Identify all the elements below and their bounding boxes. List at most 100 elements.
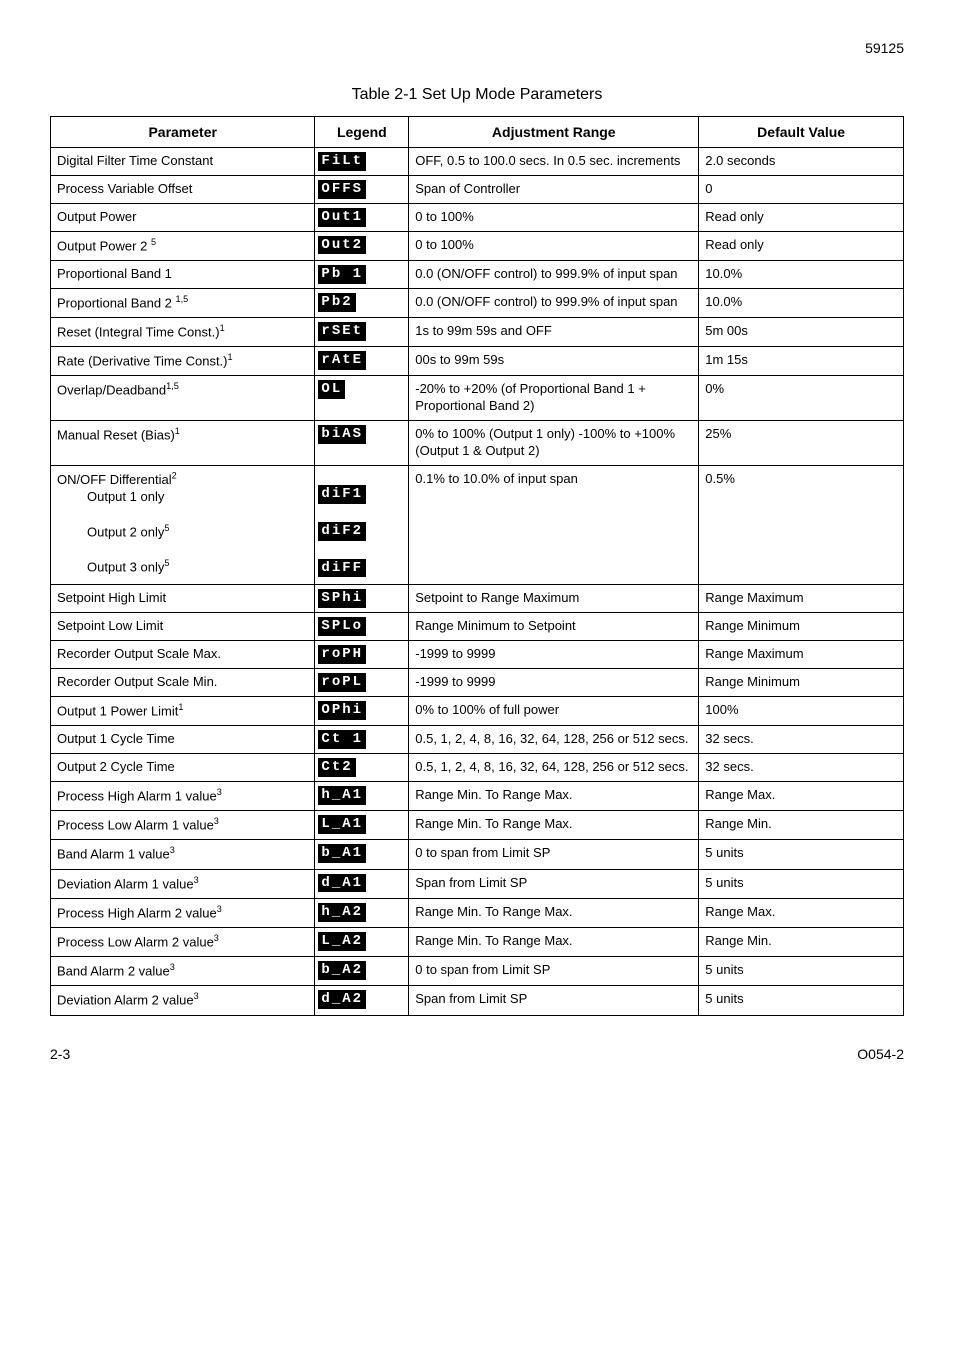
param-cell: Band Alarm 1 value3 bbox=[51, 840, 315, 869]
table-row: Process Low Alarm 2 value3L_A2Range Min.… bbox=[51, 928, 904, 957]
default-cell: 5 units bbox=[699, 840, 904, 869]
table-row: Output Power 2 5Out20 to 100%Read only bbox=[51, 231, 904, 260]
default-cell: 5 units bbox=[699, 957, 904, 986]
table-row: Process Variable OffsetOFFS Span of Cont… bbox=[51, 175, 904, 203]
range-cell: 0.0 (ON/OFF control) to 999.9% of input … bbox=[409, 288, 699, 317]
range-cell: Span from Limit SP bbox=[409, 986, 699, 1015]
range-cell: 0% to 100% of full power bbox=[409, 696, 699, 725]
param-cell: Output 2 Cycle Time bbox=[51, 754, 315, 782]
col-parameter: Parameter bbox=[51, 117, 315, 148]
default-cell: 10.0% bbox=[699, 260, 904, 288]
param-cell: ON/OFF Differential2Output 1 onlyOutput … bbox=[51, 466, 315, 585]
range-cell: 0% to 100% (Output 1 only) -100% to +100… bbox=[409, 421, 699, 466]
legend-cell: b_A2 bbox=[315, 957, 409, 986]
col-default: Default Value bbox=[699, 117, 904, 148]
legend-cell: SPLo bbox=[315, 613, 409, 641]
range-cell: 0.5, 1, 2, 4, 8, 16, 32, 64, 128, 256 or… bbox=[409, 754, 699, 782]
param-cell: Process Low Alarm 1 value3 bbox=[51, 811, 315, 840]
table-header-row: Parameter Legend Adjustment Range Defaul… bbox=[51, 117, 904, 148]
param-cell: Overlap/Deadband1,5 bbox=[51, 376, 315, 421]
default-cell: 5 units bbox=[699, 869, 904, 898]
range-cell: Span from Limit SP bbox=[409, 869, 699, 898]
legend-cell: OPhi bbox=[315, 696, 409, 725]
table-row: Band Alarm 2 value3b_A20 to span from Li… bbox=[51, 957, 904, 986]
table-row: Reset (Integral Time Const.)1rSEt1s to 9… bbox=[51, 318, 904, 347]
default-cell: 0% bbox=[699, 376, 904, 421]
default-cell: 10.0% bbox=[699, 288, 904, 317]
param-cell: Output Power bbox=[51, 203, 315, 231]
param-cell: Recorder Output Scale Min. bbox=[51, 669, 315, 697]
table-row: Recorder Output Scale Min.roPL-1999 to 9… bbox=[51, 669, 904, 697]
range-cell: -1999 to 9999 bbox=[409, 641, 699, 669]
param-cell: Band Alarm 2 value3 bbox=[51, 957, 315, 986]
legend-cell: SPhi bbox=[315, 585, 409, 613]
param-cell: Output 1 Power Limit1 bbox=[51, 696, 315, 725]
legend-cell: OFFS bbox=[315, 175, 409, 203]
param-cell: Process Low Alarm 2 value3 bbox=[51, 928, 315, 957]
table-row: Proportional Band 2 1,5Pb20.0 (ON/OFF co… bbox=[51, 288, 904, 317]
table-row: Setpoint High LimitSPhiSetpoint to Range… bbox=[51, 585, 904, 613]
param-cell: Output 1 Cycle Time bbox=[51, 726, 315, 754]
table-row: Process High Alarm 1 value3h_A1Range Min… bbox=[51, 781, 904, 810]
legend-cell: Out1 bbox=[315, 203, 409, 231]
table-row: ON/OFF Differential2Output 1 onlyOutput … bbox=[51, 466, 904, 585]
range-cell: -1999 to 9999 bbox=[409, 669, 699, 697]
legend-cell: rAtE bbox=[315, 347, 409, 376]
col-legend: Legend bbox=[315, 117, 409, 148]
range-cell: Span of Controller bbox=[409, 175, 699, 203]
param-cell: Output Power 2 5 bbox=[51, 231, 315, 260]
default-cell: Range Maximum bbox=[699, 641, 904, 669]
default-cell: 0.5% bbox=[699, 466, 904, 585]
col-range: Adjustment Range bbox=[409, 117, 699, 148]
table-row: Digital Filter Time ConstantFiLtOFF, 0.5… bbox=[51, 148, 904, 176]
param-cell: Deviation Alarm 2 value3 bbox=[51, 986, 315, 1015]
legend-cell: Out2 bbox=[315, 231, 409, 260]
default-cell: Read only bbox=[699, 231, 904, 260]
footer-right: O054-2 bbox=[857, 1046, 904, 1062]
table-row: Process High Alarm 2 value3h_A2Range Min… bbox=[51, 898, 904, 927]
table-row: Output 1 Power Limit1OPhi0% to 100% of f… bbox=[51, 696, 904, 725]
default-cell: 5 units bbox=[699, 986, 904, 1015]
range-cell: -20% to +20% (of Proportional Band 1 + P… bbox=[409, 376, 699, 421]
legend-cell: FiLt bbox=[315, 148, 409, 176]
legend-cell: h_A1 bbox=[315, 781, 409, 810]
param-cell: Deviation Alarm 1 value3 bbox=[51, 869, 315, 898]
param-cell: Setpoint Low Limit bbox=[51, 613, 315, 641]
range-cell: Range Min. To Range Max. bbox=[409, 781, 699, 810]
param-cell: Proportional Band 2 1,5 bbox=[51, 288, 315, 317]
table-row: Recorder Output Scale Max.roPH-1999 to 9… bbox=[51, 641, 904, 669]
table-row: Output 1 Cycle TimeCt 10.5, 1, 2, 4, 8, … bbox=[51, 726, 904, 754]
param-cell: Process High Alarm 1 value3 bbox=[51, 781, 315, 810]
range-cell: 0.5, 1, 2, 4, 8, 16, 32, 64, 128, 256 or… bbox=[409, 726, 699, 754]
legend-cell: Ct2 bbox=[315, 754, 409, 782]
param-cell: Digital Filter Time Constant bbox=[51, 148, 315, 176]
table-row: Output PowerOut10 to 100%Read only bbox=[51, 203, 904, 231]
legend-cell: h_A2 bbox=[315, 898, 409, 927]
range-cell: 00s to 99m 59s bbox=[409, 347, 699, 376]
legend-cell: Pb2 bbox=[315, 288, 409, 317]
legend-cell: biAS bbox=[315, 421, 409, 466]
table-title: Table 2-1 Set Up Mode Parameters bbox=[50, 86, 904, 104]
range-cell: 0 to span from Limit SP bbox=[409, 840, 699, 869]
legend-cell: L_A2 bbox=[315, 928, 409, 957]
range-cell: Range Min. To Range Max. bbox=[409, 898, 699, 927]
default-cell: 5m 00s bbox=[699, 318, 904, 347]
table-row: Band Alarm 1 value3b_A10 to span from Li… bbox=[51, 840, 904, 869]
param-cell: Manual Reset (Bias)1 bbox=[51, 421, 315, 466]
default-cell: 100% bbox=[699, 696, 904, 725]
default-cell: Read only bbox=[699, 203, 904, 231]
range-cell: 0 to 100% bbox=[409, 231, 699, 260]
legend-cell: Pb 1 bbox=[315, 260, 409, 288]
range-cell: 0.0 (ON/OFF control) to 999.9% of input … bbox=[409, 260, 699, 288]
default-cell: Range Maximum bbox=[699, 585, 904, 613]
range-cell: 0.1% to 10.0% of input span bbox=[409, 466, 699, 585]
legend-cell: d_A1 bbox=[315, 869, 409, 898]
default-cell: Range Minimum bbox=[699, 613, 904, 641]
range-cell: OFF, 0.5 to 100.0 secs. In 0.5 sec. incr… bbox=[409, 148, 699, 176]
table-row: Deviation Alarm 1 value3d_A1 Span from L… bbox=[51, 869, 904, 898]
legend-cell: roPH bbox=[315, 641, 409, 669]
range-cell: Range Min. To Range Max. bbox=[409, 811, 699, 840]
range-cell: Range Min. To Range Max. bbox=[409, 928, 699, 957]
default-cell: 32 secs. bbox=[699, 754, 904, 782]
page-number-top: 59125 bbox=[50, 40, 904, 56]
